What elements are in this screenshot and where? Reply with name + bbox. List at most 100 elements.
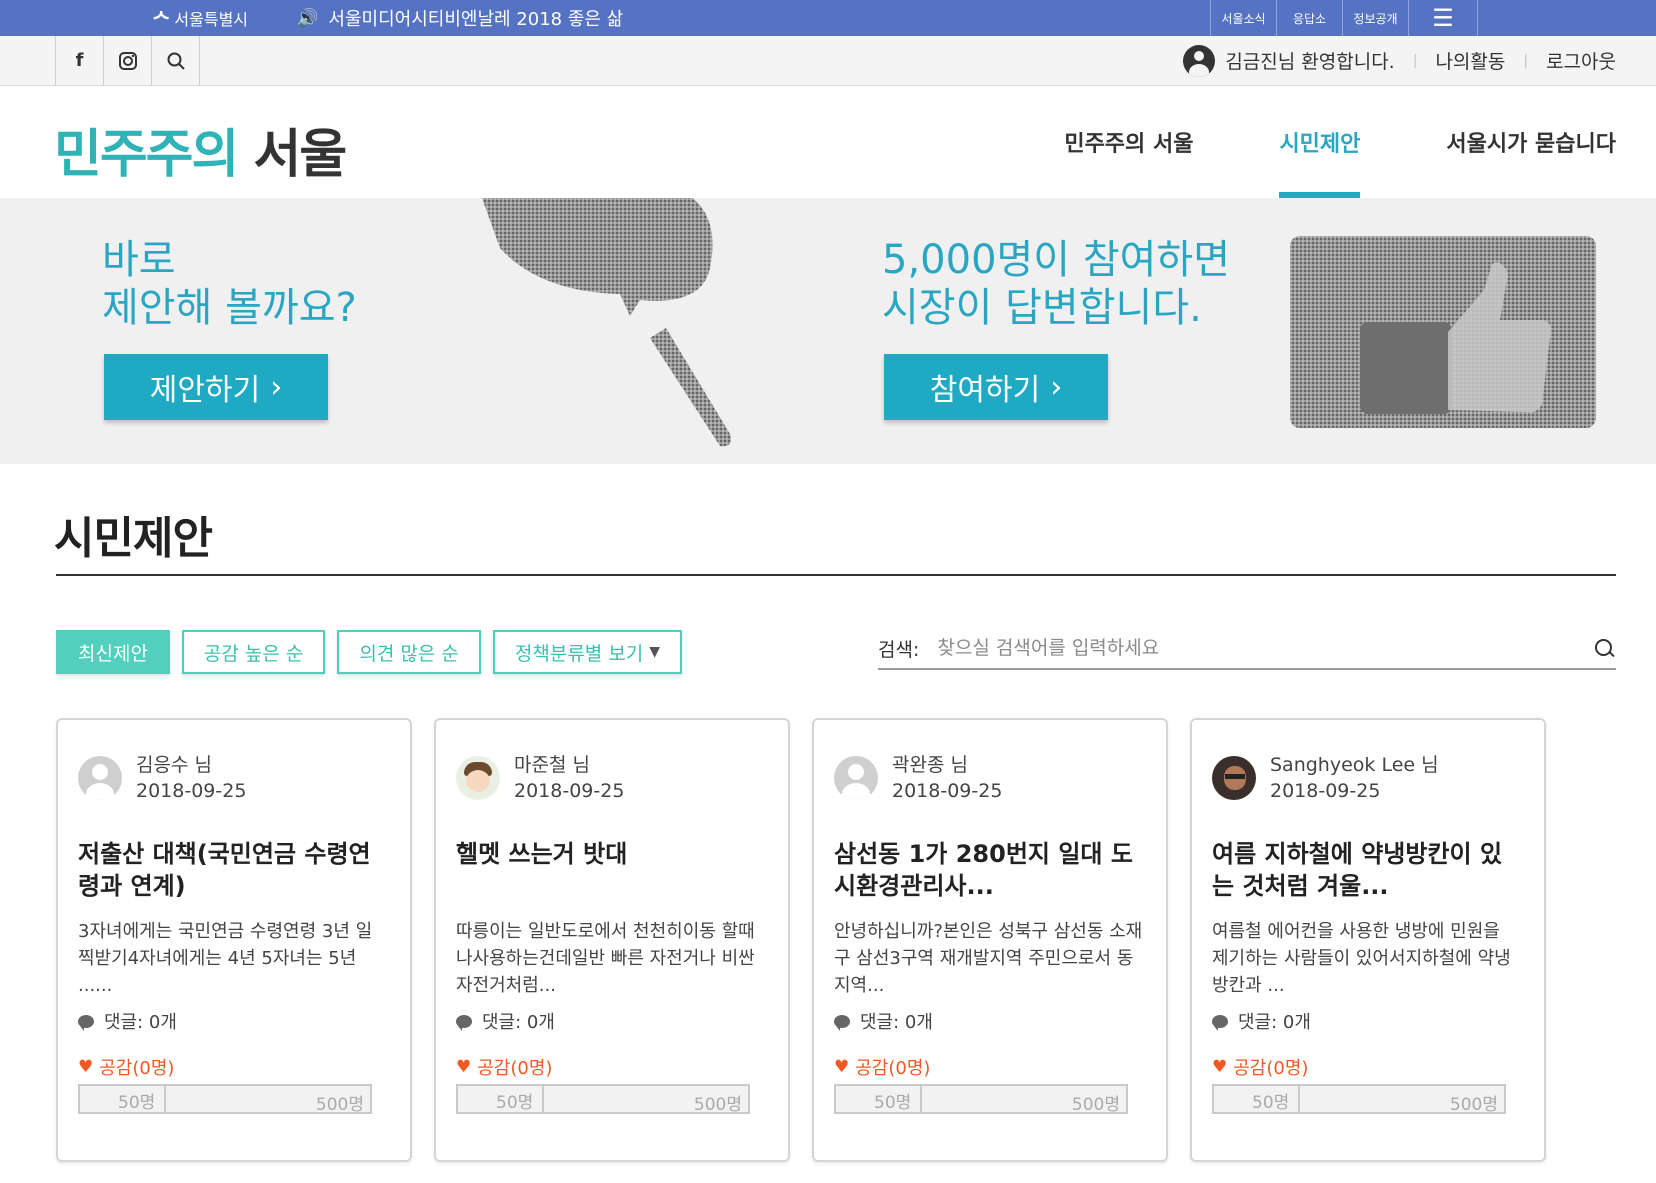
gauge-max-label: 500명 — [1071, 1095, 1120, 1115]
seoul-city-link[interactable]: ᄉ 서울특별시 — [152, 5, 249, 32]
like-count-text: 공감(0명) — [855, 1058, 931, 1079]
comment-count-text: 댓글: 0개 — [1238, 1012, 1311, 1033]
nav-citizen-proposal[interactable]: 시민제안 — [1279, 86, 1360, 198]
propose-button-label: 제안하기 — [149, 373, 261, 408]
gauge-marker — [1298, 1086, 1300, 1112]
propose-button[interactable]: 제안하기 › — [104, 354, 328, 420]
filter-most-liked[interactable]: 공감 높은 순 — [181, 630, 326, 674]
notice-text: 서울미디어시티비엔날레 2018 좋은 삶 — [328, 9, 624, 30]
brand-part1: 민주주의 — [54, 125, 239, 185]
search-input[interactable] — [937, 637, 1592, 659]
seoul-city-label: 서울특별시 — [174, 10, 249, 29]
gauge-max-label: 500명 — [315, 1095, 364, 1115]
like-count-text: 공감(0명) — [477, 1058, 553, 1079]
like-count[interactable]: ♥ 공감(0명) — [834, 1054, 930, 1080]
site-header: 민주주의 서울 민주주의 서울 시민제안 서울시가 묻습니다 — [0, 86, 1656, 198]
card-author: 김응수 님 2018-09-25 — [78, 752, 246, 804]
nav-democracy-seoul[interactable]: 민주주의 서울 — [1064, 86, 1193, 198]
filter-most-comments[interactable]: 의견 많은 순 — [337, 630, 481, 674]
gauge-mid-label: 50명 — [874, 1093, 912, 1113]
card-title[interactable]: 삼선동 1가 280번지 일대 도시환경관리사... — [834, 838, 1140, 902]
section-title: 시민제안 — [54, 513, 213, 564]
card-title[interactable]: 헬멧 쓰는거 밧대 — [456, 838, 762, 870]
participate-button[interactable]: 참여하기 › — [884, 354, 1108, 420]
like-count[interactable]: ♥ 공감(0명) — [78, 1054, 174, 1080]
sort-filters: 최신제안 공감 높은 순 의견 많은 순 정책분류별 보기 ▼ — [56, 630, 683, 674]
speaker-icon: 🔊 — [296, 7, 319, 29]
logout-link[interactable]: 로그아웃 — [1546, 47, 1616, 74]
author-name: Sanghyeok Lee 님 — [1270, 754, 1439, 776]
heart-icon: ♥ — [78, 1057, 94, 1077]
facebook-icon[interactable]: f — [56, 36, 104, 85]
like-count[interactable]: ♥ 공감(0명) — [1212, 1054, 1308, 1080]
comment-count-text: 댓글: 0개 — [104, 1012, 177, 1033]
card-author: Sanghyeok Lee 님 2018-09-25 — [1212, 752, 1439, 804]
search-label: 검색: — [878, 638, 920, 661]
comment-count: 댓글: 0개 — [78, 1008, 177, 1034]
hero-left-title: 바로 제안해 볼까요? — [102, 237, 357, 331]
post-date: 2018-09-25 — [892, 780, 1003, 802]
my-activity-link[interactable]: 나의활동 — [1435, 47, 1505, 74]
card-title[interactable]: 저출산 대책(국민연금 수령연령과 연계) — [78, 838, 384, 902]
gauge-marker — [164, 1086, 166, 1112]
quick-links: 서울소식 응답소 정보공개 ☰ — [1210, 0, 1478, 36]
hero-banner: 바로 제안해 볼까요? 제안하기 › 5,000명이 참여하면 시장이 답변합니… — [0, 198, 1656, 464]
user-avatar-icon — [1183, 44, 1216, 77]
comment-count: 댓글: 0개 — [456, 1008, 555, 1034]
seoul-logo-icon: ᄉ — [152, 7, 171, 32]
quick-link-info-disclosure[interactable]: 정보공개 — [1342, 0, 1408, 36]
proposal-card[interactable]: 마준철 님 2018-09-25 헬멧 쓰는거 밧대 따릉이는 일반도로에서 천… — [434, 718, 790, 1162]
gauge-marker — [920, 1086, 922, 1112]
site-logo[interactable]: 민주주의 서울 — [54, 112, 347, 187]
proposal-list: 김응수 님 2018-09-25 저출산 대책(국민연금 수령연령과 연계) 3… — [56, 718, 1616, 1183]
participation-gauge: 50명 500명 — [456, 1084, 750, 1115]
gauge-mid-label: 50명 — [1252, 1093, 1290, 1113]
card-description: 안녕하십니까?본인은 성북구 삼선동 소재 구 삼선3구역 재개발지역 주민으로… — [834, 921, 1143, 996]
author-name: 김응수 님 — [136, 754, 212, 776]
notice-ticker[interactable]: 🔊 서울미디어시티비엔날레 2018 좋은 삶 — [296, 4, 623, 32]
card-title[interactable]: 여름 지하철에 약냉방칸이 있는 것처럼 겨울... — [1212, 838, 1518, 902]
proposal-card[interactable]: 김응수 님 2018-09-25 저출산 대책(국민연금 수령연령과 연계) 3… — [56, 718, 412, 1162]
card-description: 3자녀에게는 국민연금 수령연령 3년 일찍받기4자녀에게는 4년 5자녀는 5… — [78, 921, 373, 996]
search-icon[interactable] — [152, 36, 200, 85]
filter-policy-category[interactable]: 정책분류별 보기 ▼ — [492, 630, 683, 674]
proposal-card[interactable]: 곽완종 님 2018-09-25 삼선동 1가 280번지 일대 도시환경관리사… — [812, 718, 1168, 1162]
comment-count-text: 댓글: 0개 — [860, 1012, 933, 1033]
quick-link-response-center[interactable]: 응답소 — [1276, 0, 1342, 36]
avatar — [834, 756, 878, 800]
participate-button-label: 참여하기 — [929, 373, 1041, 408]
post-date: 2018-09-25 — [136, 780, 247, 802]
quick-link-seoul-news[interactable]: 서울소식 — [1210, 0, 1276, 36]
card-description: 여름철 에어컨을 사용한 냉방에 민원을 제기하는 사람들이 있어서지하철에 약… — [1212, 921, 1511, 996]
author-name: 곽완종 님 — [892, 754, 968, 776]
card-meta: Sanghyeok Lee 님 2018-09-25 — [1270, 752, 1439, 804]
section-divider — [56, 574, 1616, 576]
card-description: 따릉이는 일반도로에서 천천히이동 할때나사용하는건데일반 빠른 자전거나 비싼… — [456, 921, 755, 996]
nav-seoul-asks[interactable]: 서울시가 묻습니다 — [1446, 86, 1616, 198]
speech-bubble-illustration — [482, 198, 731, 447]
proposal-card[interactable]: Sanghyeok Lee 님 2018-09-25 여름 지하철에 약냉방칸이… — [1190, 718, 1546, 1162]
like-count[interactable]: ♥ 공감(0명) — [456, 1054, 552, 1080]
divider: | — [1523, 52, 1529, 69]
filter-latest[interactable]: 최신제안 — [56, 630, 170, 674]
comment-icon — [78, 1014, 94, 1031]
avatar — [78, 756, 122, 800]
avatar — [1212, 756, 1256, 800]
heart-icon: ♥ — [834, 1057, 850, 1077]
thumbs-up-brick-illustration — [1290, 236, 1596, 428]
participation-gauge: 50명 500명 — [78, 1084, 372, 1115]
card-meta: 김응수 님 2018-09-25 — [136, 752, 246, 804]
author-name: 마준철 님 — [514, 754, 590, 776]
card-author: 곽완종 님 2018-09-25 — [834, 752, 1002, 804]
avatar — [456, 756, 500, 800]
main-nav: 민주주의 서울 시민제안 서울시가 묻습니다 — [978, 86, 1616, 198]
comment-count: 댓글: 0개 — [1212, 1008, 1311, 1034]
gauge-marker — [542, 1086, 544, 1112]
search-icon[interactable] — [1592, 636, 1616, 660]
card-meta: 마준철 님 2018-09-25 — [514, 752, 624, 804]
gauge-mid-label: 50명 — [118, 1093, 156, 1113]
caret-down-icon: ▼ — [649, 644, 661, 660]
instagram-icon[interactable] — [104, 36, 152, 85]
chevron-right-icon: › — [1050, 369, 1063, 405]
menu-icon[interactable]: ☰ — [1408, 0, 1478, 36]
